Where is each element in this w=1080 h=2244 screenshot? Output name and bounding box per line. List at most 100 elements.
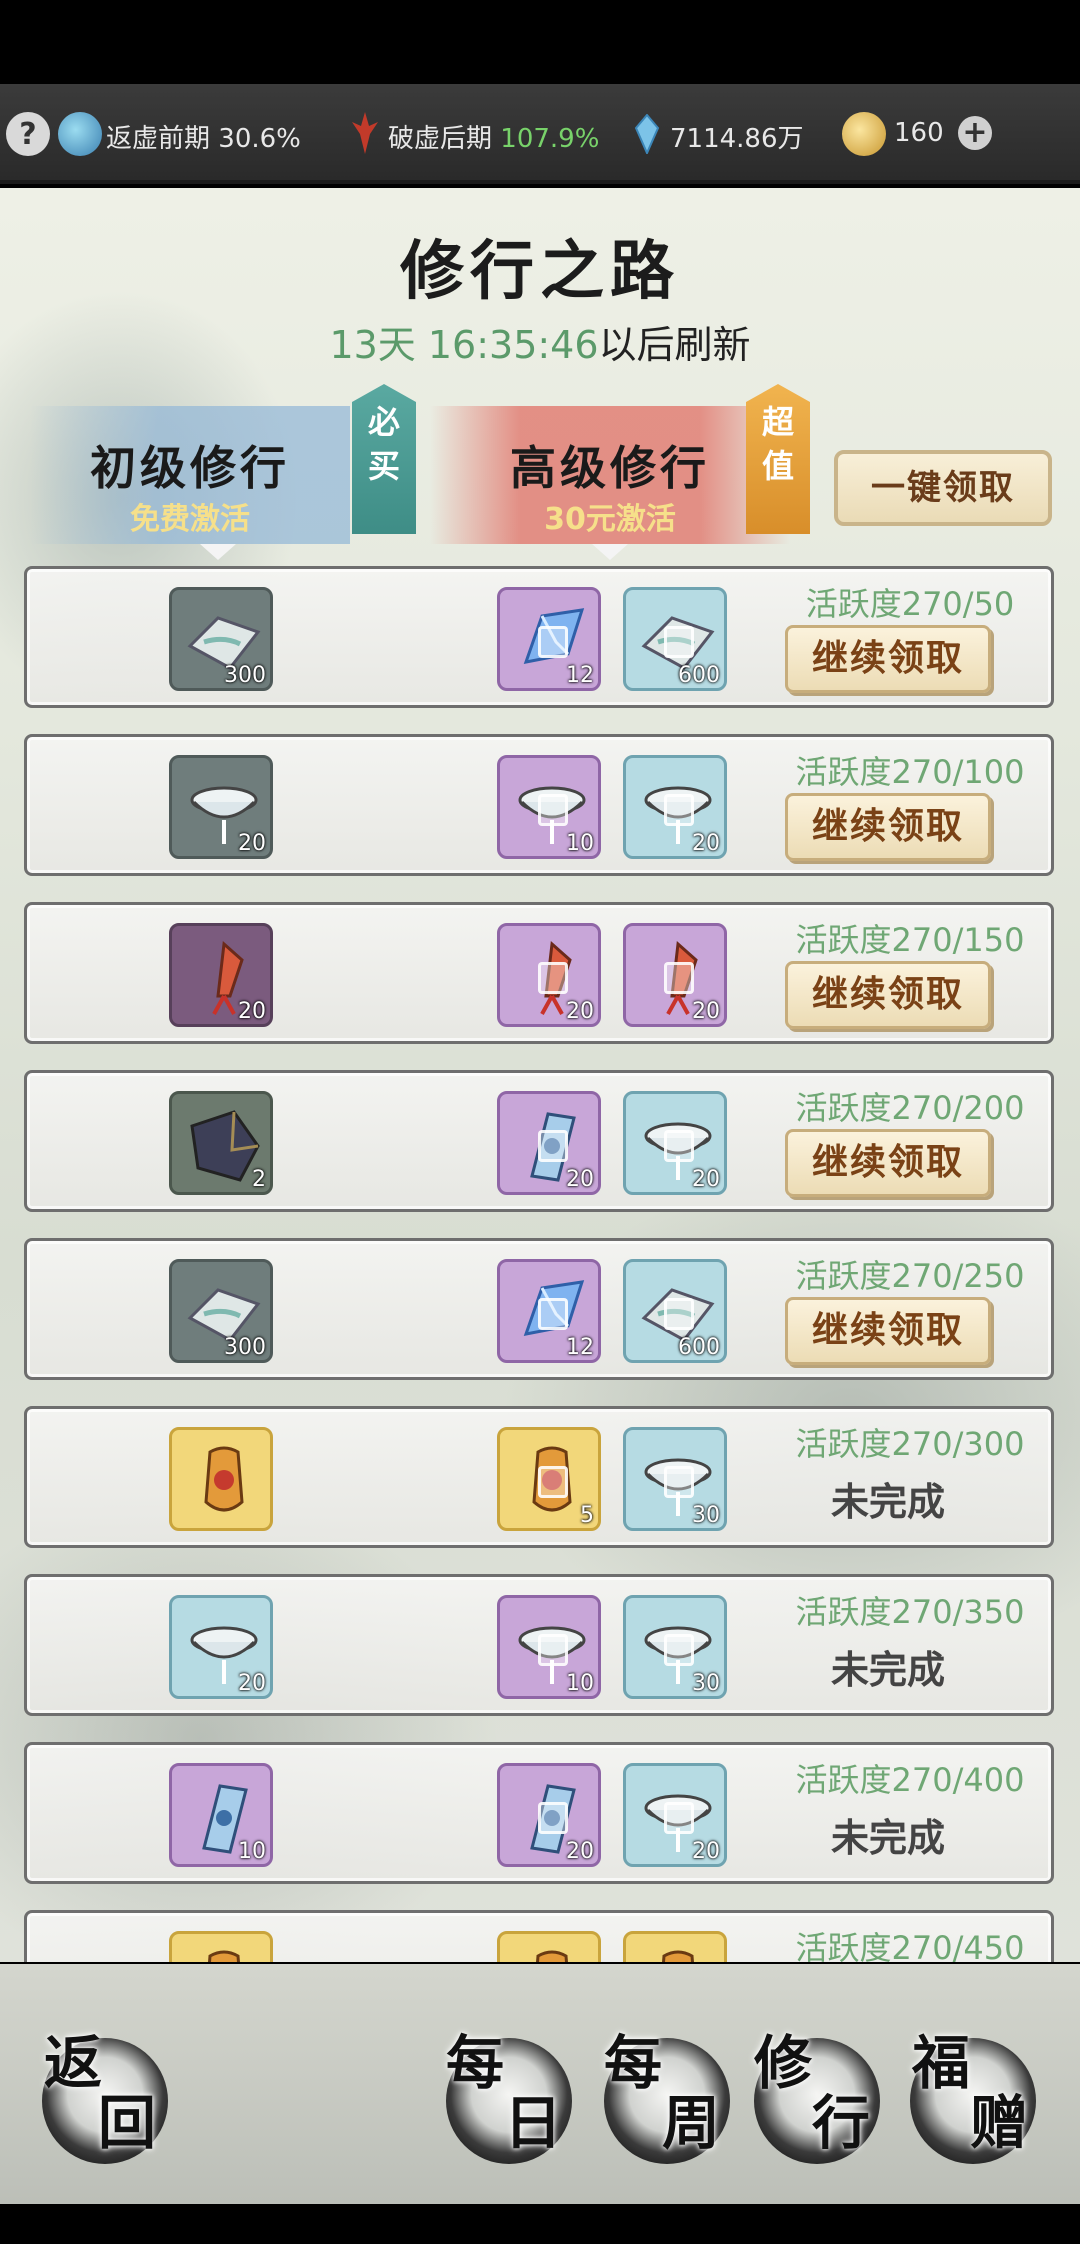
premium-reward-item[interactable]: 30 bbox=[623, 1427, 727, 1531]
realm-progress-2: 破虚后期 107.9% bbox=[388, 118, 599, 155]
premium-reward-item[interactable]: 20 bbox=[497, 1763, 601, 1867]
basic-reward-item[interactable]: 10 bbox=[169, 1763, 273, 1867]
basic-reward-item[interactable] bbox=[169, 1931, 273, 1962]
item-count: 30 bbox=[692, 1503, 720, 1528]
reward-list[interactable]: 300 12 600 活跃度270/50 继续领取 20 10 20 活跃度270/100 继续领… bbox=[24, 566, 1054, 1962]
premium-reward-item[interactable]: 10 bbox=[497, 1595, 601, 1699]
refresh-time: 13天 16:35:46 bbox=[329, 323, 599, 367]
item-count: 2 bbox=[252, 1167, 266, 1192]
premium-reward-item[interactable]: 12 bbox=[497, 1259, 601, 1363]
basic-reward-item[interactable]: 20 bbox=[169, 755, 273, 859]
item-count: 10 bbox=[238, 1839, 266, 1864]
back-label-1: 返 bbox=[44, 2029, 103, 2097]
basic-reward-item[interactable]: 20 bbox=[169, 1595, 273, 1699]
refresh-countdown: 13天 16:35:46以后刷新 bbox=[0, 314, 1080, 369]
activity-progress: 活跃度270/200 bbox=[795, 1089, 1025, 1127]
badge-char: 超 bbox=[761, 403, 794, 441]
premium-reward-item[interactable]: 10 bbox=[497, 755, 601, 859]
premium-tier-activation: 30元激活 bbox=[544, 502, 676, 537]
premium-reward-item[interactable]: 12 bbox=[497, 587, 601, 691]
activity-progress: 活跃度270/100 bbox=[795, 753, 1025, 791]
daily-label-1: 每 bbox=[446, 2029, 505, 2097]
great-value-badge: 超 值 bbox=[746, 384, 810, 534]
item-count: 30 bbox=[692, 1671, 720, 1696]
plus-icon[interactable]: + bbox=[958, 116, 992, 150]
premium-reward-item[interactable] bbox=[623, 1931, 727, 1962]
basic-tier-arrow bbox=[200, 544, 236, 560]
gift-label-1: 福 bbox=[912, 2029, 971, 2097]
realm-percent: 107.9% bbox=[500, 124, 600, 154]
premium-reward-item[interactable] bbox=[497, 1931, 601, 1962]
activity-progress: 活跃度270/50 bbox=[805, 585, 1015, 623]
reward-row: 活跃度270/450 bbox=[24, 1910, 1054, 1962]
item-count: 12 bbox=[566, 663, 594, 688]
incomplete-status: 未完成 bbox=[830, 1480, 945, 1524]
item-count: 20 bbox=[692, 831, 720, 856]
premium-reward-item[interactable]: 20 bbox=[623, 923, 727, 1027]
activity-progress: 活跃度270/150 bbox=[795, 921, 1025, 959]
realm-progress-1: 返虚前期 30.6% bbox=[106, 118, 301, 155]
realm-label: 返虚前期 bbox=[106, 124, 211, 154]
premium-reward-item[interactable]: 20 bbox=[497, 1091, 601, 1195]
flame-flower-icon bbox=[352, 112, 378, 154]
item-count: 600 bbox=[678, 663, 720, 688]
badge-char: 值 bbox=[761, 447, 794, 485]
premium-tier-name: 高级修行 bbox=[510, 441, 710, 495]
basic-tier-header[interactable]: 初级修行 免费激活 bbox=[30, 406, 350, 544]
item-count: 20 bbox=[238, 999, 266, 1024]
crystal-icon bbox=[634, 114, 660, 154]
item-count: 12 bbox=[566, 1335, 594, 1360]
continue-claim-button[interactable]: 继续领取 bbox=[785, 793, 991, 861]
basic-reward-item[interactable]: 2 bbox=[169, 1091, 273, 1195]
basic-reward-item[interactable]: 300 bbox=[169, 1259, 273, 1363]
refresh-suffix: 以后刷新 bbox=[598, 323, 751, 367]
reward-row: 300 12 600 活跃度270/50 继续领取 bbox=[24, 566, 1054, 708]
premium-reward-item[interactable]: 20 bbox=[623, 1763, 727, 1867]
cultivation-label-1: 修 bbox=[754, 2029, 813, 2097]
cultivation-label-2: 行 bbox=[812, 2089, 871, 2157]
back-label-2: 回 bbox=[98, 2089, 157, 2157]
spirit-stone-count: 7114.86万 bbox=[670, 124, 804, 154]
reward-row: 20 10 20 活跃度270/100 继续领取 bbox=[24, 734, 1054, 876]
badge-char: 买 bbox=[367, 447, 400, 485]
premium-reward-item[interactable]: 30 bbox=[623, 1595, 727, 1699]
reward-row: 5 30 活跃度270/300 未完成 bbox=[24, 1406, 1054, 1548]
realm-label: 破虚后期 bbox=[388, 124, 493, 154]
premium-reward-item[interactable]: 20 bbox=[497, 923, 601, 1027]
item-count: 10 bbox=[566, 1671, 594, 1696]
item-count: 20 bbox=[692, 1167, 720, 1192]
reward-row: 2 20 20 活跃度270/200 继续领取 bbox=[24, 1070, 1054, 1212]
system-status-bar bbox=[0, 0, 1080, 84]
continue-claim-button[interactable]: 继续领取 bbox=[785, 961, 991, 1029]
claim-all-button[interactable]: 一键领取 bbox=[834, 450, 1052, 526]
weekly-label-1: 每 bbox=[604, 2029, 663, 2097]
premium-tier-header[interactable]: 高级修行 30元激活 bbox=[430, 406, 790, 544]
premium-reward-item[interactable]: 20 bbox=[623, 1091, 727, 1195]
premium-reward-item[interactable]: 5 bbox=[497, 1427, 601, 1531]
weekly-label-2: 周 bbox=[662, 2089, 721, 2157]
realm-percent: 30.6% bbox=[218, 124, 301, 154]
basic-reward-item[interactable]: 300 bbox=[169, 587, 273, 691]
item-count: 20 bbox=[238, 1671, 266, 1696]
basic-reward-item[interactable] bbox=[169, 1427, 273, 1531]
activity-progress: 活跃度270/400 bbox=[795, 1761, 1025, 1799]
navigation-bar bbox=[0, 2204, 1080, 2244]
item-count: 20 bbox=[566, 999, 594, 1024]
premium-reward-item[interactable]: 600 bbox=[623, 587, 727, 691]
continue-claim-button[interactable]: 继续领取 bbox=[785, 625, 991, 693]
continue-claim-button[interactable]: 继续领取 bbox=[785, 1297, 991, 1365]
activity-progress: 活跃度270/450 bbox=[795, 1929, 1025, 1962]
item-count: 20 bbox=[238, 831, 266, 856]
item-count: 600 bbox=[678, 1335, 720, 1360]
activity-progress: 活跃度270/300 bbox=[795, 1425, 1025, 1463]
basic-reward-item[interactable]: 20 bbox=[169, 923, 273, 1027]
premium-reward-item[interactable]: 20 bbox=[623, 755, 727, 859]
resource-bar: ? 返虚前期 30.6% 破虚后期 107.9% 7114.86万 160 + bbox=[0, 84, 1080, 184]
item-count: 5 bbox=[580, 1503, 594, 1528]
must-buy-badge: 必 买 bbox=[352, 384, 416, 534]
help-icon[interactable]: ? bbox=[6, 112, 50, 156]
premium-reward-item[interactable]: 600 bbox=[623, 1259, 727, 1363]
daily-label-2: 日 bbox=[504, 2089, 563, 2157]
badge-char: 必 bbox=[367, 403, 400, 441]
continue-claim-button[interactable]: 继续领取 bbox=[785, 1129, 991, 1197]
